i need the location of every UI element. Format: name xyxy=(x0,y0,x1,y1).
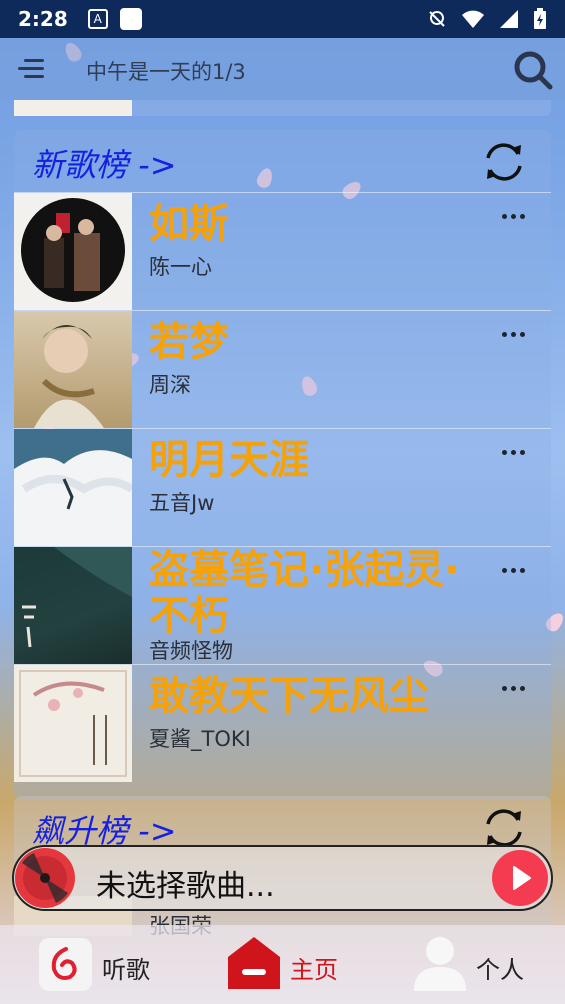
song-title: 明月天涯 xyxy=(149,437,309,483)
nav-home-label: 主页 xyxy=(290,956,338,984)
album-cover xyxy=(14,193,132,310)
nav-me[interactable]: 个人 xyxy=(412,925,542,1004)
keyboard-notification-icon: A xyxy=(87,9,108,29)
new-songs-title[interactable]: 新歌榜 -> xyxy=(32,140,177,186)
song-artist: 夏酱_TOKI xyxy=(149,727,251,751)
home-icon xyxy=(228,937,280,989)
more-options-icon[interactable] xyxy=(502,329,528,339)
search-icon[interactable] xyxy=(512,49,554,91)
song-row[interactable]: 明月天涯 五音Jw xyxy=(14,428,551,546)
album-cover xyxy=(14,547,132,664)
song-artist: 五音Jw xyxy=(149,491,215,515)
song-row[interactable]: 敢教天下无风尘 夏酱_TOKI xyxy=(14,664,551,782)
more-options-icon[interactable] xyxy=(502,447,528,457)
song-title: 盗墓笔记·张起灵·不朽 xyxy=(149,547,460,639)
menu-icon[interactable] xyxy=(16,54,50,84)
more-options-icon[interactable] xyxy=(502,683,528,693)
battery-icon xyxy=(534,8,546,29)
top-app-bar: 中午是一天的1/3 xyxy=(0,38,565,100)
song-row[interactable]: 若梦 周深 xyxy=(14,310,551,428)
status-bar: 2:28 A xyxy=(0,0,565,38)
person-icon xyxy=(414,937,466,991)
album-cover xyxy=(14,665,132,782)
song-title: 如斯 xyxy=(149,201,229,247)
disc-icon[interactable] xyxy=(14,847,76,909)
nav-home[interactable]: 主页 xyxy=(226,925,356,1004)
album-cover xyxy=(14,311,132,428)
signal-icon xyxy=(500,10,518,28)
song-artist: 音频怪物 xyxy=(149,639,233,663)
refresh-icon[interactable] xyxy=(478,138,530,186)
nav-me-label: 个人 xyxy=(476,956,524,984)
status-icons xyxy=(427,8,547,30)
app-notification-icon xyxy=(119,8,142,30)
mini-player[interactable]: 未选择歌曲... xyxy=(12,845,553,911)
alarm-off-icon xyxy=(429,11,445,27)
music-app-icon xyxy=(39,938,92,991)
wifi-icon xyxy=(462,10,484,28)
song-title: 若梦 xyxy=(149,319,229,365)
song-artist: 周深 xyxy=(149,373,191,397)
song-row[interactable]: 如斯 陈一心 xyxy=(14,192,551,310)
player-status-text: 未选择歌曲... xyxy=(96,869,275,904)
status-time: 2:28 xyxy=(18,7,68,31)
song-row[interactable]: 盗墓笔记·张起灵·不朽 音频怪物 xyxy=(14,546,551,664)
nav-listen[interactable]: 听歌 xyxy=(38,925,168,1004)
more-options-icon[interactable] xyxy=(502,211,528,221)
play-icon[interactable] xyxy=(490,849,550,907)
album-cover xyxy=(14,429,132,546)
app-bar-title: 中午是一天的1/3 xyxy=(86,60,246,84)
more-options-icon[interactable] xyxy=(502,565,528,575)
bottom-nav: 听歌 主页 个人 xyxy=(0,925,565,1004)
previous-card-thumbnail xyxy=(14,100,132,116)
song-artist: 陈一心 xyxy=(149,255,212,279)
new-songs-card: 新歌榜 -> 如斯 陈一心 若梦 周深 明月天涯 五音Jw 盗墓笔记·张起灵·不… xyxy=(14,130,551,800)
song-title: 敢教天下无风尘 xyxy=(149,673,429,719)
new-songs-header[interactable]: 新歌榜 -> xyxy=(14,130,551,192)
nav-listen-label: 听歌 xyxy=(102,956,150,984)
